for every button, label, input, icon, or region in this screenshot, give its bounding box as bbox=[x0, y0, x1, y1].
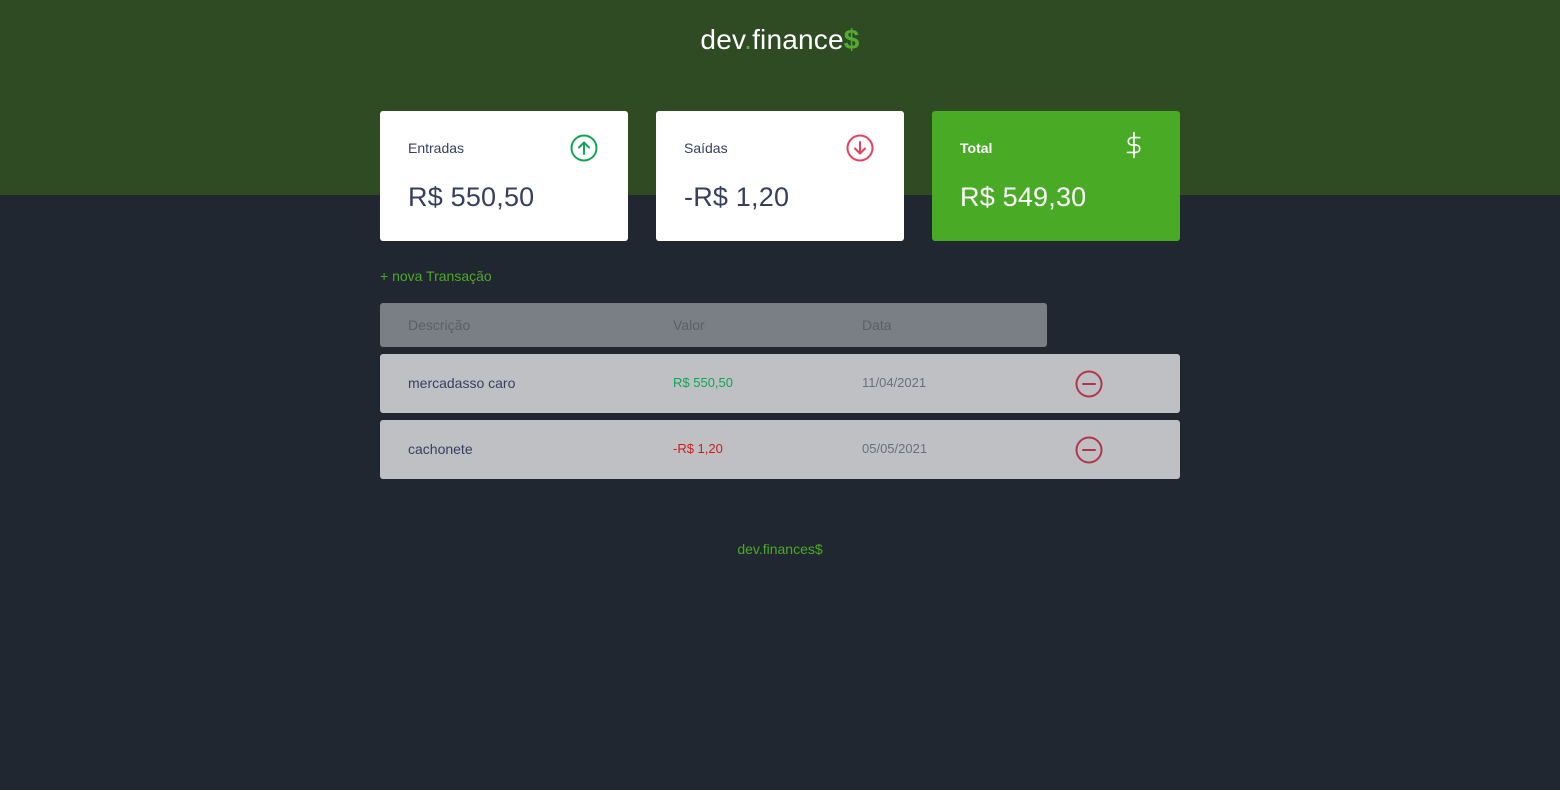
expense-card: Saídas -R$ 1,20 bbox=[656, 111, 904, 241]
logo-dollar: $ bbox=[843, 24, 860, 55]
logo-dot: . bbox=[744, 24, 753, 55]
balance-cards: Entradas R$ 550,50 Saídas -R$ 1,20 Total… bbox=[380, 111, 1180, 241]
new-transaction-link[interactable]: + nova Transação bbox=[380, 268, 492, 284]
row-date: 05/05/2021 bbox=[862, 441, 928, 456]
expense-label: Saídas bbox=[684, 140, 728, 156]
app-logo: dev.finance$ bbox=[0, 24, 1560, 56]
arrow-up-circle-icon bbox=[570, 134, 598, 162]
dollar-sign-icon bbox=[1126, 131, 1141, 159]
income-label: Entradas bbox=[408, 140, 465, 156]
income-card: Entradas R$ 550,50 bbox=[380, 111, 628, 241]
footer-brand: dev.finances$ bbox=[737, 541, 823, 557]
header-description: Descrição bbox=[408, 317, 471, 333]
row-value: R$ 550,50 bbox=[673, 375, 733, 390]
arrow-down-circle-icon bbox=[846, 134, 874, 162]
logo-dev: dev bbox=[700, 24, 745, 55]
income-amount: R$ 550,50 bbox=[408, 182, 535, 212]
header-date: Data bbox=[862, 317, 892, 333]
expense-amount: -R$ 1,20 bbox=[684, 182, 790, 212]
table-row: cachonete -R$ 1,20 05/05/2021 bbox=[380, 420, 1180, 479]
total-label: Total bbox=[960, 140, 993, 156]
row-description: cachonete bbox=[408, 441, 473, 457]
row-value: -R$ 1,20 bbox=[673, 441, 723, 456]
total-card: Total R$ 549,30 bbox=[932, 111, 1180, 241]
remove-transaction-icon[interactable] bbox=[1074, 435, 1104, 465]
table-header: Descrição Valor Data bbox=[380, 303, 1047, 347]
logo-finance: finance bbox=[752, 24, 844, 55]
header-value: Valor bbox=[673, 317, 705, 333]
row-date: 11/04/2021 bbox=[862, 375, 927, 390]
remove-transaction-icon[interactable] bbox=[1074, 369, 1104, 399]
row-description: mercadasso caro bbox=[408, 375, 516, 391]
table-row: mercadasso caro R$ 550,50 11/04/2021 bbox=[380, 354, 1180, 413]
total-amount: R$ 549,30 bbox=[960, 182, 1087, 212]
